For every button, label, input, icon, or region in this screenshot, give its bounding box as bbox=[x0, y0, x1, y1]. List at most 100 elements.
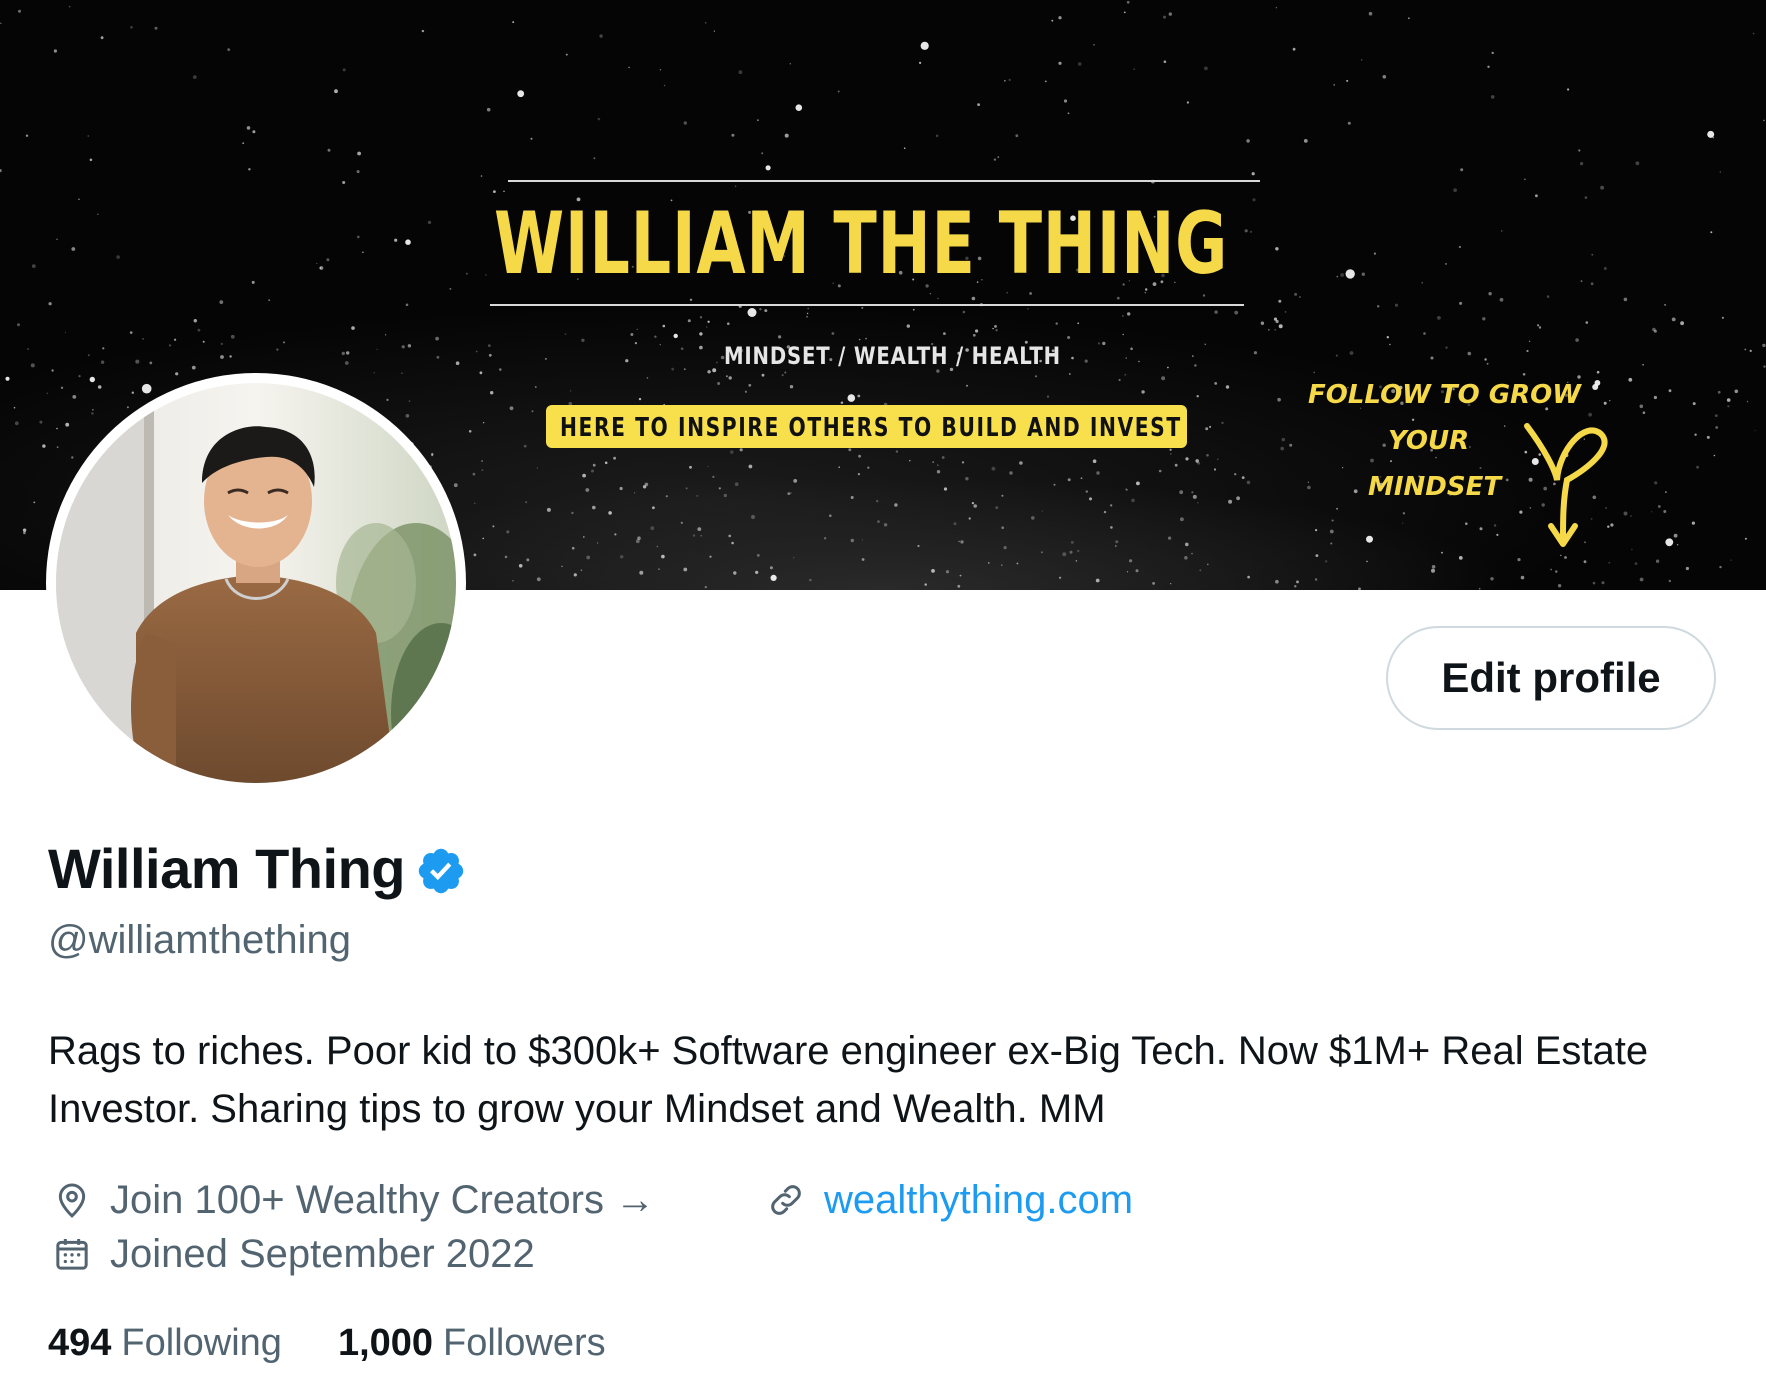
banner-star bbox=[848, 448, 852, 452]
following-link[interactable]: 494 Following bbox=[48, 1322, 282, 1365]
banner-star bbox=[725, 375, 728, 378]
banner-star bbox=[1244, 229, 1248, 233]
banner-star bbox=[1067, 478, 1071, 482]
banner-star bbox=[838, 466, 840, 469]
profile-avatar[interactable] bbox=[46, 373, 466, 793]
banner-star bbox=[1460, 168, 1464, 172]
banner-star bbox=[1055, 322, 1058, 325]
banner-star bbox=[492, 525, 495, 528]
banner-star bbox=[1136, 481, 1140, 486]
banner-star bbox=[1170, 453, 1172, 455]
banner-star bbox=[1580, 162, 1584, 166]
banner-star bbox=[1204, 66, 1208, 71]
banner-star bbox=[517, 90, 525, 98]
banner-star bbox=[1067, 112, 1070, 115]
banner-star bbox=[525, 501, 528, 504]
banner-star bbox=[1260, 321, 1265, 325]
banner-star bbox=[867, 466, 870, 469]
banner-star bbox=[1421, 282, 1423, 284]
banner-star bbox=[1092, 459, 1097, 464]
banner-star bbox=[659, 344, 661, 346]
banner-star bbox=[48, 302, 52, 306]
banner-star bbox=[18, 9, 21, 13]
profile-joined: Joined September 2022 bbox=[48, 1230, 535, 1278]
verified-badge-icon[interactable] bbox=[415, 845, 467, 897]
banner-star bbox=[25, 134, 29, 137]
banner-star bbox=[531, 410, 534, 413]
banner-star bbox=[941, 456, 945, 459]
profile-page: WILLIAM THE THING MINDSET / WEALTH / HEA… bbox=[0, 0, 1766, 1392]
banner-star bbox=[865, 337, 867, 340]
banner-star bbox=[1124, 373, 1127, 376]
banner-star bbox=[1366, 560, 1368, 563]
banner-star bbox=[268, 299, 271, 301]
banner-star bbox=[582, 473, 586, 478]
banner-star bbox=[1342, 467, 1344, 469]
banner-star bbox=[1194, 364, 1197, 367]
banner-star bbox=[1186, 101, 1189, 104]
banner-star bbox=[351, 326, 355, 330]
banner-star bbox=[1431, 565, 1436, 569]
banner-star bbox=[712, 368, 717, 373]
banner-star bbox=[1591, 253, 1594, 256]
banner-star bbox=[1009, 471, 1013, 475]
banner-star bbox=[530, 137, 533, 140]
banner-star bbox=[613, 456, 616, 460]
banner-star bbox=[962, 310, 966, 314]
banner-star bbox=[526, 558, 530, 562]
banner-star bbox=[807, 307, 810, 310]
banner-star bbox=[778, 335, 782, 339]
banner-star bbox=[1294, 292, 1298, 296]
banner-star bbox=[619, 486, 623, 491]
banner-star bbox=[1214, 382, 1218, 385]
profile-website-link[interactable]: wealthything.com bbox=[824, 1178, 1133, 1223]
banner-star bbox=[1389, 343, 1391, 346]
banner-star bbox=[734, 482, 739, 487]
banner-star bbox=[1315, 554, 1319, 557]
banner-star bbox=[546, 507, 551, 512]
banner-star bbox=[482, 422, 485, 424]
banner-cta-line2: YOUR bbox=[1388, 426, 1470, 456]
banner-star bbox=[573, 573, 577, 577]
banner-star bbox=[1123, 11, 1126, 14]
banner-star bbox=[219, 300, 224, 304]
edit-profile-button[interactable]: Edit profile bbox=[1386, 626, 1716, 730]
banner-star bbox=[468, 430, 472, 433]
banner-star bbox=[689, 298, 693, 301]
banner-star bbox=[481, 469, 484, 472]
banner-star bbox=[149, 361, 153, 365]
banner-star bbox=[78, 198, 80, 200]
banner-star bbox=[671, 367, 675, 371]
banner-star bbox=[1246, 480, 1251, 485]
banner-star bbox=[1085, 490, 1089, 493]
banner-star bbox=[751, 515, 755, 519]
banner-star bbox=[1196, 395, 1199, 398]
banner-star bbox=[251, 280, 255, 284]
banner-star bbox=[1491, 51, 1494, 55]
banner-star bbox=[945, 570, 950, 574]
banner-star bbox=[1174, 463, 1178, 467]
banner-star bbox=[1487, 65, 1490, 69]
banner-star bbox=[1746, 400, 1749, 403]
banner-star bbox=[283, 341, 285, 344]
banner-star bbox=[790, 492, 792, 494]
banner-star bbox=[1673, 533, 1678, 538]
banner-star bbox=[687, 319, 691, 323]
banner-star bbox=[707, 320, 710, 323]
banner-star bbox=[564, 333, 567, 335]
banner-star bbox=[829, 514, 832, 517]
banner-star bbox=[919, 61, 922, 64]
banner-star bbox=[473, 553, 477, 557]
banner-star bbox=[1631, 548, 1633, 551]
banner-star bbox=[1180, 517, 1184, 522]
banner-star bbox=[634, 342, 638, 345]
banner-star bbox=[739, 448, 743, 452]
banner-star bbox=[1535, 194, 1538, 198]
banner-star bbox=[756, 554, 760, 557]
followers-link[interactable]: 1,000 Followers bbox=[338, 1322, 606, 1365]
banner-star bbox=[997, 156, 1000, 159]
banner-star bbox=[1001, 494, 1004, 497]
banner-star bbox=[912, 308, 915, 311]
banner-star bbox=[64, 331, 67, 334]
banner-star bbox=[1278, 299, 1282, 303]
